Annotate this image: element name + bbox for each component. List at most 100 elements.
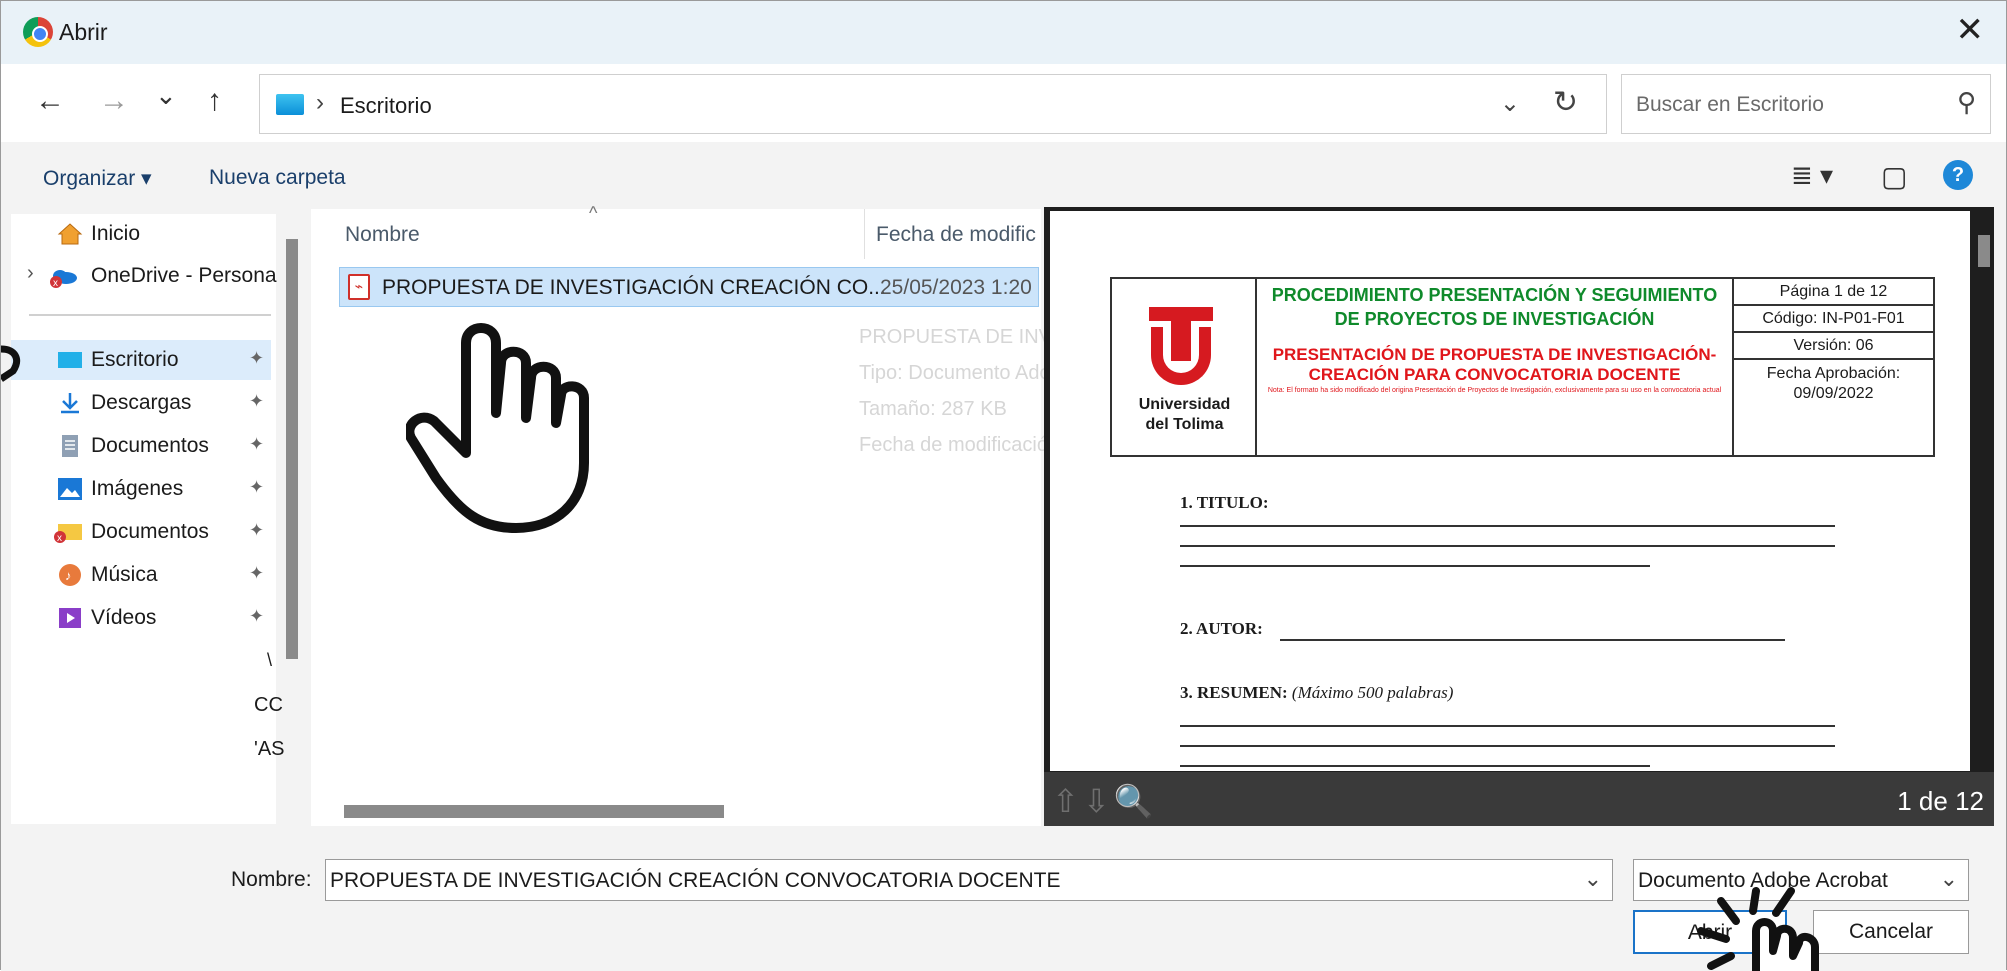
sidebar-item-label: Inicio [91,222,141,245]
filename-value: PROPUESTA DE INVESTIGACIÓN CREACIÓN CONV… [330,869,1061,892]
chevron-right-icon[interactable]: › [27,262,34,285]
pin-icon[interactable]: ✦ [249,520,264,541]
recent-locations-icon[interactable]: ⌄ [155,78,177,112]
document-code: Código: IN-P01-F01 [1734,306,1933,333]
sidebar-item-imagenes[interactable]: Imágenes ✦ [11,469,271,509]
procedure-title: PROCEDIMIENTO PRESENTACIÓN Y SEGUIMIENTO… [1271,285,1718,329]
logo-text-line: del Tolima [1145,416,1224,433]
image-icon [58,478,82,500]
column-header-date[interactable]: Fecha de modific [876,223,1036,247]
back-arrow-icon[interactable]: ← [35,84,65,118]
fill-line [1180,525,1835,527]
page-indicator: 1 de 12 [1897,786,1984,816]
table-row[interactable]: ⌁ PROPUESTA DE INVESTIGACIÓN CREACIÓN CO… [339,267,1039,307]
sidebar-item-label: Vídeos [91,606,157,629]
pin-icon[interactable]: ✦ [249,563,264,584]
fill-line [1180,765,1650,767]
forward-arrow-icon[interactable]: → [99,84,129,118]
preview-toolbar: ⇧⇩🔍 1 de 12 [1044,772,1994,827]
sidebar-item-label: Documentos [91,520,209,543]
folder-icon: x [54,524,82,544]
sidebar-scrollbar[interactable] [286,239,298,659]
refresh-icon[interactable]: ↻ [1553,85,1578,120]
sort-indicator-icon: ^ [589,203,598,223]
filename-input[interactable]: PROPUESTA DE INVESTIGACIÓN CREACIÓN CONV… [325,859,1613,901]
new-folder-button[interactable]: Nueva carpeta [209,166,346,190]
sidebar-fragment: CC [254,694,283,716]
close-icon[interactable]: ✕ [1956,13,1985,47]
sidebar-item-label: Documentos [91,434,209,457]
fill-line [1180,565,1650,567]
format-note: Nota: El formato ha sido modificado del … [1267,387,1722,394]
preview-pane-icon[interactable]: ▢ [1881,160,1907,193]
sidebar-item-onedrive[interactable]: › x OneDrive - Persona [11,256,277,296]
sidebar-item-musica[interactable]: ♪ Música ✦ [11,555,271,595]
pin-icon[interactable]: ✦ [249,477,264,498]
up-arrow-icon[interactable]: ↑ [207,84,222,118]
pdf-file-icon: ⌁ [348,274,370,300]
search-input[interactable]: Buscar en Escritorio ⚲ [1621,74,1991,134]
address-bar[interactable]: › Escritorio ⌄ ↻ [259,74,1607,134]
help-icon[interactable]: ? [1943,160,1973,190]
sidebar-item-documentos-2[interactable]: x Documentos ✦ [11,512,271,552]
preview-nav-icons[interactable]: ⇧⇩🔍 [1052,782,1157,820]
preview-scrollbar[interactable] [1978,235,1990,267]
filename-label: Nombre: [231,868,312,891]
sidebar-item-inicio[interactable]: Inicio [11,214,271,254]
sidebar-item-descargas[interactable]: Descargas ✦ [11,383,271,423]
approval-date: Fecha Aprobación: 09/09/2022 [1734,360,1933,404]
home-icon [57,223,83,245]
view-options-icon[interactable]: ≣ ▾ [1791,160,1833,191]
logo-text: Universidad del Tolima [1112,395,1257,435]
sidebar-item-videos[interactable]: Vídeos ✦ [11,598,271,638]
pin-icon[interactable]: ✦ [249,348,264,369]
sidebar-item-label: Música [91,563,158,586]
column-divider[interactable] [864,209,865,259]
pin-icon[interactable]: ✦ [249,391,264,412]
section-resumen-hint: (Máximo 500 palabras) [1291,683,1454,702]
music-icon: ♪ [59,564,81,586]
document-version: Versión: 06 [1734,333,1933,360]
download-icon [61,393,79,414]
navigation-bar: ← → ⌄ ↑ › Escritorio ⌄ ↻ Buscar en Escri… [1,64,2006,142]
chevron-down-icon[interactable]: ⌄ [1584,866,1602,892]
sidebar-item-label: Escritorio [91,348,179,371]
fill-line [1180,545,1835,547]
preview-pane: Universidad del Tolima PROCEDIMIENTO PRE… [1044,207,1994,827]
document-header-table: Universidad del Tolima PROCEDIMIENTO PRE… [1110,277,1935,457]
column-header-name[interactable]: Nombre [345,223,420,247]
fill-line [1180,745,1835,747]
breadcrumb-escritorio[interactable]: Escritorio [340,93,432,119]
file-name: PROPUESTA DE INVESTIGACIÓN CREACIÓN CO..… [382,276,886,299]
address-dropdown-icon[interactable]: ⌄ [1500,89,1520,118]
video-icon [59,608,81,628]
fill-line [1180,725,1835,727]
svg-text:x: x [53,278,58,288]
sidebar-item-escritorio[interactable]: Escritorio ✦ [11,340,271,380]
approval-label: Fecha Aprobación: [1766,365,1901,382]
pointing-hand-icon [406,323,589,533]
chevron-down-icon[interactable]: ⌄ [1940,866,1958,892]
open-file-dialog: Abrir ✕ ← → ⌄ ↑ › Escritorio ⌄ ↻ Buscar … [0,0,2007,971]
click-hand-icon [1697,887,1819,971]
horizontal-scrollbar[interactable] [344,805,724,818]
navigation-pane: Inicio › x OneDrive - Persona Escritorio… [11,214,285,824]
section-autor: 2. AUTOR: [1180,619,1263,638]
pin-icon[interactable]: ✦ [249,434,264,455]
search-icon[interactable]: ⚲ [1957,87,1976,118]
onedrive-icon: x [50,270,77,288]
desktop-icon [58,352,82,368]
sidebar-divider [29,314,271,316]
chrome-icon [23,17,53,47]
sidebar-item-label: Imágenes [91,477,184,500]
section-resumen-label: 3. RESUMEN: [1180,683,1288,702]
sidebar-item-documentos[interactable]: Documentos ✦ [11,426,271,466]
svg-text:♪: ♪ [65,568,72,583]
sidebar-item-label: OneDrive - Persona [91,264,277,287]
sidebar-fragment: 'AS [254,738,285,760]
command-toolbar: Organizar ▾ Nueva carpeta ≣ ▾ ▢ ? [1,142,2006,214]
form-title: PRESENTACIÓN DE PROPUESTA DE INVESTIGACI… [1272,345,1717,384]
organize-menu[interactable]: Organizar ▾ [43,166,152,191]
document-title-cell: PROCEDIMIENTO PRESENTACIÓN Y SEGUIMIENTO… [1257,279,1734,455]
pin-icon[interactable]: ✦ [249,606,264,627]
